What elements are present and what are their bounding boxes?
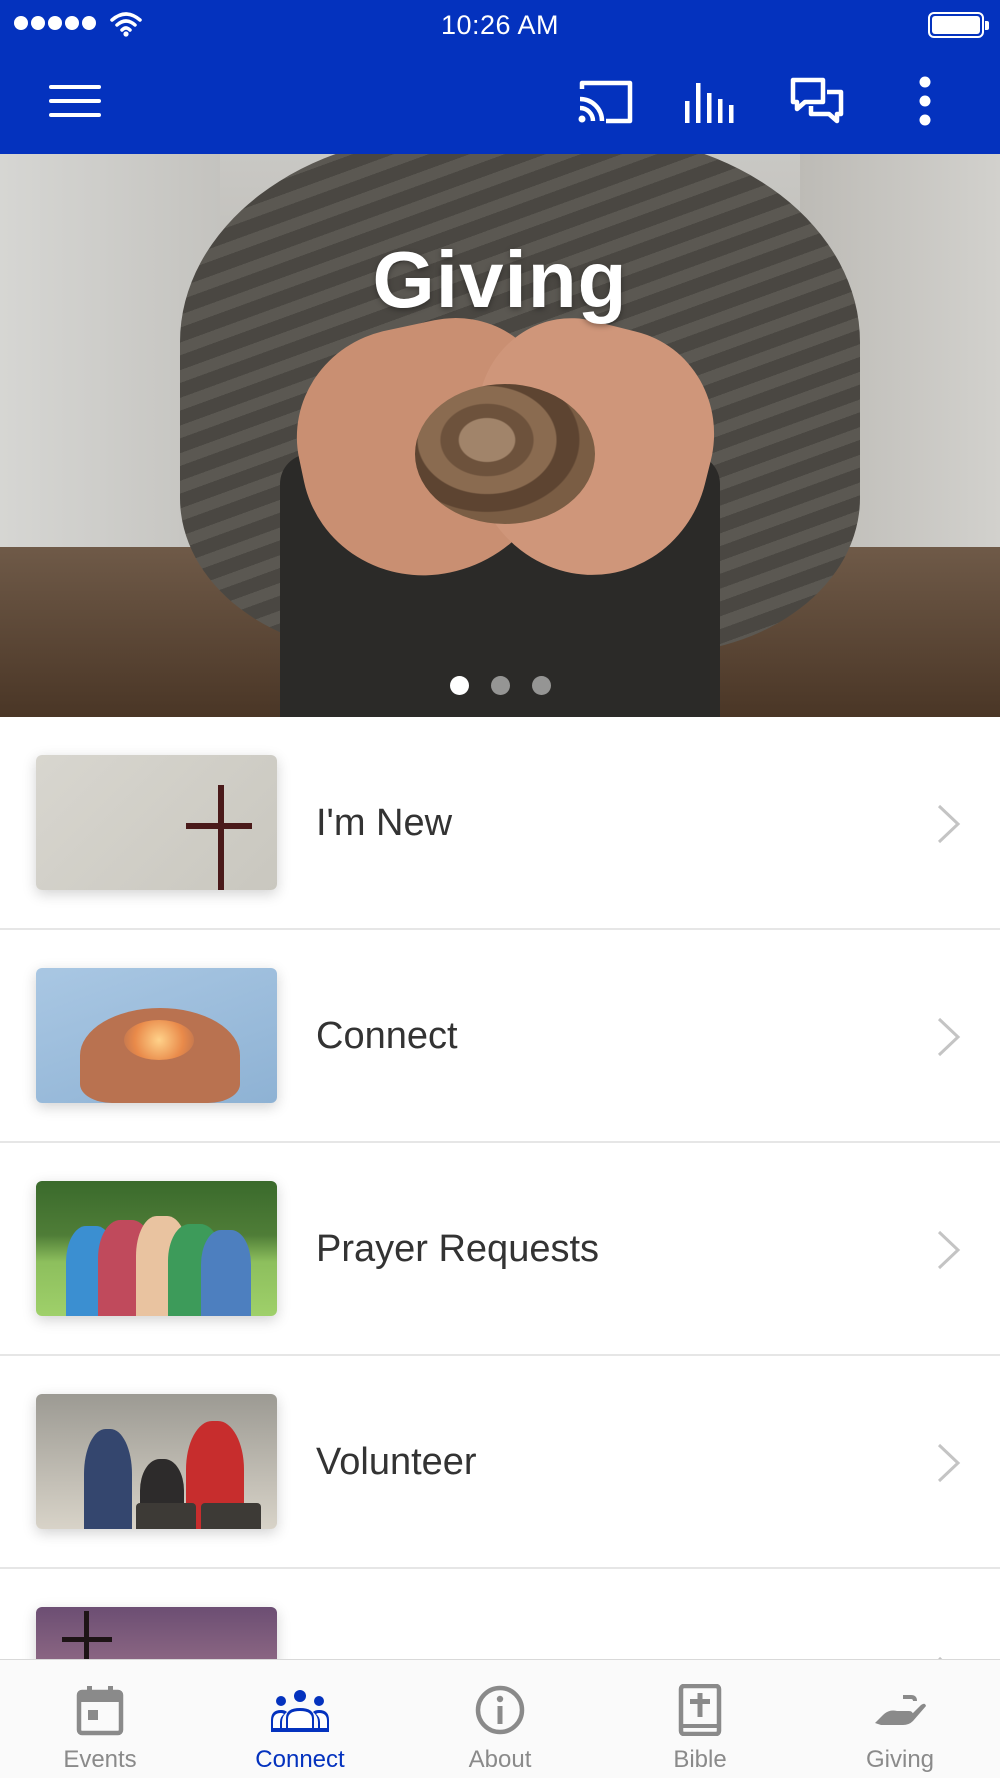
list-item[interactable] (0, 1569, 1000, 1659)
group-icon (271, 1690, 329, 1732)
tab-connect[interactable]: Connect (200, 1660, 400, 1778)
giving-hand-icon (875, 1695, 926, 1725)
list-item-label: Volunteer (316, 1441, 477, 1483)
chevron-right-icon (937, 1017, 961, 1057)
more-vert-icon (919, 76, 931, 126)
list-item-connect[interactable]: Connect (0, 930, 1000, 1143)
battery-icon (928, 12, 989, 38)
list-item-label: Prayer Requests (316, 1228, 600, 1270)
more-options-button[interactable] (890, 66, 960, 136)
cast-icon (578, 80, 633, 124)
equalizer-icon (685, 83, 734, 123)
cast-button[interactable] (570, 66, 640, 136)
list-item-thumbnail (36, 755, 277, 890)
list-item-label: I'm New (316, 802, 453, 844)
carousel-dot[interactable] (490, 676, 510, 695)
list-item-thumbnail (36, 968, 277, 1103)
chevron-right-icon (937, 1443, 961, 1483)
audio-button[interactable] (676, 66, 746, 136)
carousel-indicator (0, 676, 1000, 695)
status-bar: 10:26 AM (0, 0, 1000, 50)
list-item-volunteer[interactable]: Volunteer (0, 1356, 1000, 1569)
info-icon (475, 1685, 525, 1735)
tab-label: Giving (865, 1746, 935, 1773)
menu-icon (49, 85, 101, 117)
list-item-thumbnail (36, 1181, 277, 1316)
menu-list: I'm New Connect Prayer Requests Voluntee… (0, 717, 1000, 1659)
app-header: 10:26 AM (0, 0, 1000, 154)
chat-button[interactable] (782, 66, 852, 136)
tab-events[interactable]: Events (0, 1660, 200, 1778)
bottom-tab-bar: Events Connect About Bible Giving (0, 1659, 1000, 1778)
hero-carousel[interactable]: Giving (0, 154, 1000, 717)
menu-button[interactable] (40, 66, 110, 136)
calendar-icon (76, 1686, 124, 1736)
chevron-right-icon (937, 1230, 961, 1270)
tab-label: Events (63, 1746, 137, 1773)
list-item-thumbnail (36, 1607, 277, 1659)
chat-icon (790, 77, 844, 124)
hero-title: Giving (372, 235, 628, 324)
list-item-prayer-requests[interactable]: Prayer Requests (0, 1143, 1000, 1356)
tab-label: Connect (255, 1746, 345, 1773)
tab-giving[interactable]: Giving (800, 1660, 1000, 1778)
list-item-im-new[interactable]: I'm New (0, 717, 1000, 930)
list-item-thumbnail (36, 1394, 277, 1529)
chevron-right-icon (937, 804, 961, 844)
tab-about[interactable]: About (400, 1660, 600, 1778)
tab-label: About (468, 1746, 532, 1773)
bible-icon (678, 1684, 722, 1736)
tab-bible[interactable]: Bible (600, 1660, 800, 1778)
carousel-dot[interactable] (449, 676, 469, 695)
status-time: 10:26 AM (440, 10, 560, 40)
tab-label: Bible (673, 1746, 727, 1773)
list-item-label: Connect (316, 1015, 458, 1057)
carousel-dot[interactable] (531, 676, 551, 695)
